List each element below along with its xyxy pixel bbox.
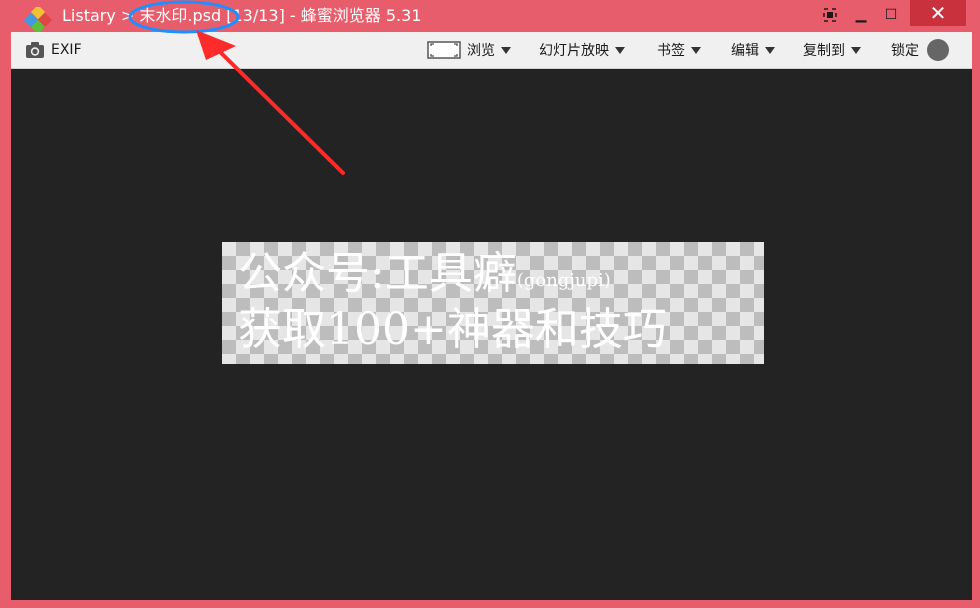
- image-viewer[interactable]: 公众号:工具癖(gongjupi) 获取100+神器和技巧: [11, 69, 972, 600]
- chevron-down-icon: [691, 46, 701, 54]
- exif-label: EXIF: [51, 42, 82, 58]
- chevron-down-icon: [765, 46, 775, 54]
- slideshow-label: 幻灯片放映: [539, 43, 609, 59]
- chevron-down-icon: [615, 46, 625, 54]
- displayed-image: 公众号:工具癖(gongjupi) 获取100+神器和技巧: [222, 242, 764, 364]
- fullscreen-frame-icon: [427, 41, 461, 59]
- slideshow-menu[interactable]: 幻灯片放映: [539, 32, 625, 68]
- minimize-icon: ▁: [855, 7, 867, 23]
- chevron-down-icon: [851, 46, 861, 54]
- maximize-icon: ☐: [884, 7, 898, 23]
- chevron-down-icon: [501, 46, 511, 54]
- title-bar: Listary > 末水印.psd [13/13] - 蜂蜜浏览器 5.31 ▁…: [0, 0, 980, 35]
- lock-toggle[interactable]: 锁定: [891, 32, 949, 68]
- lock-indicator-icon: [927, 39, 949, 61]
- maximize-button[interactable]: ☐: [878, 0, 904, 30]
- exif-button[interactable]: EXIF: [25, 32, 82, 68]
- window-title: Listary > 末水印.psd [13/13] - 蜂蜜浏览器 5.31: [62, 6, 422, 26]
- browse-label: 浏览: [467, 43, 495, 59]
- camera-icon: [26, 42, 44, 58]
- bookmark-menu[interactable]: 书签: [657, 32, 701, 68]
- close-icon: ✕: [929, 1, 947, 25]
- title-suffix: [13/13] - 蜂蜜浏览器 5.31: [221, 6, 422, 25]
- close-button[interactable]: ✕: [910, 0, 966, 26]
- title-filename: 末水印.psd: [139, 6, 222, 25]
- image-text-line2: 获取100+神器和技巧: [238, 304, 667, 355]
- fullscreen-icon: [823, 8, 837, 22]
- image-text-sub: (gongjupi): [516, 270, 611, 291]
- fullscreen-button[interactable]: [816, 0, 844, 30]
- toolbar: EXIF 浏览 幻灯片放映 书签 编辑 复制到 锁定: [11, 32, 972, 69]
- edit-menu[interactable]: 编辑: [731, 32, 775, 68]
- bookmark-label: 书签: [657, 43, 685, 59]
- copy-to-menu[interactable]: 复制到: [803, 32, 861, 68]
- title-prefix: Listary >: [62, 6, 140, 25]
- image-text-line1: 公众号:工具癖(gongjupi): [238, 248, 611, 307]
- copyto-label: 复制到: [803, 43, 845, 59]
- minimize-button[interactable]: ▁: [848, 0, 874, 30]
- image-text-main: 公众号:工具癖: [238, 248, 517, 299]
- lock-label: 锁定: [891, 43, 919, 59]
- browse-menu[interactable]: 浏览: [427, 32, 511, 68]
- edit-label: 编辑: [731, 43, 759, 59]
